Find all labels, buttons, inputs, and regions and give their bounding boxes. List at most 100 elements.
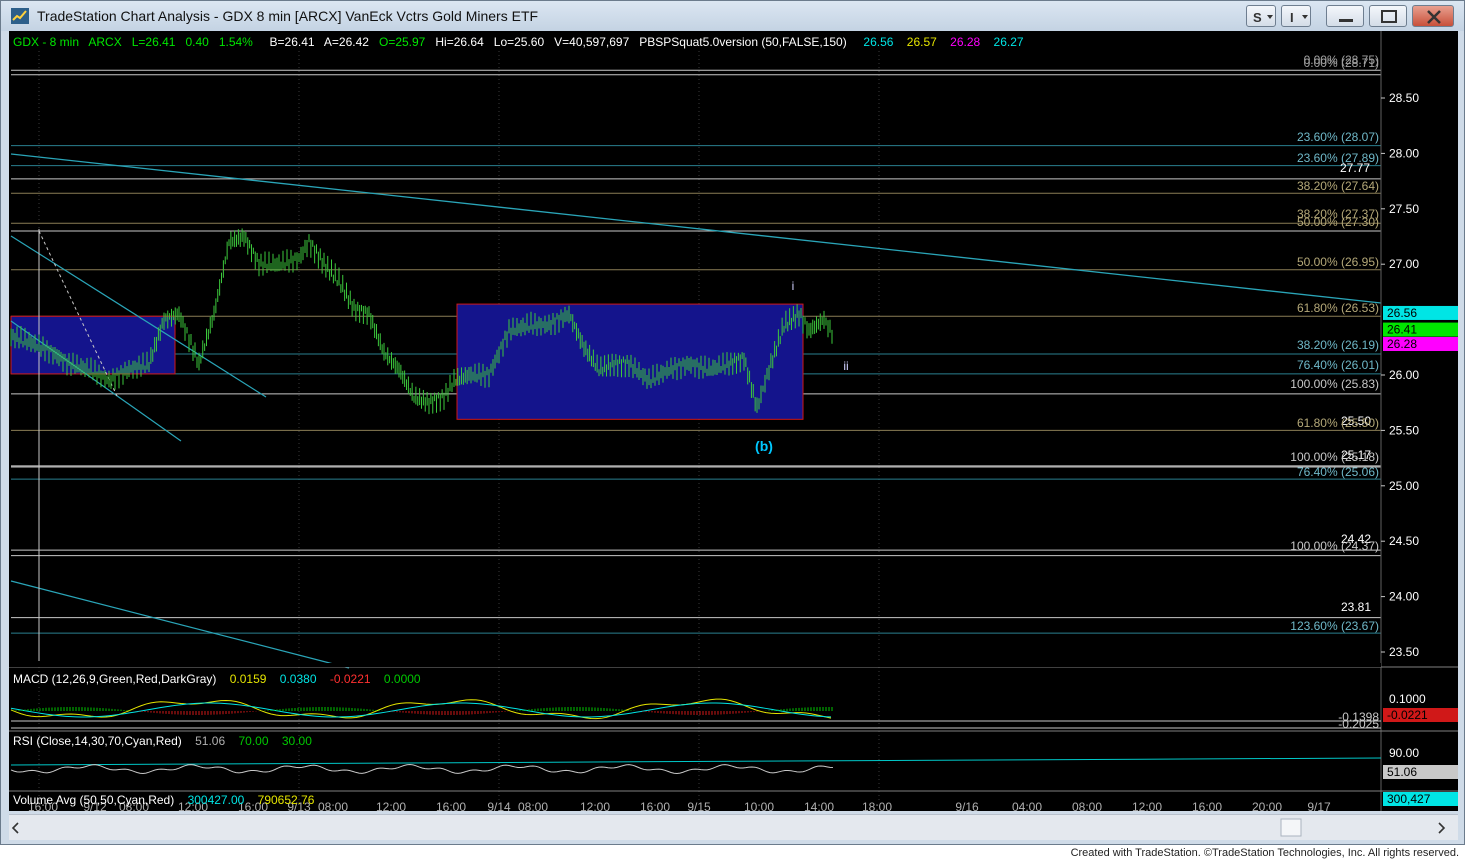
volume-value-1: 300427.00 xyxy=(187,793,245,807)
scrollbar-track[interactable] xyxy=(9,815,1458,841)
trendline-lower xyxy=(10,580,350,669)
price-marker-label-2: 26.28 xyxy=(1387,337,1417,351)
rsi-legend: RSI (Close,14,30,70,Cyan,Red) 51.06 70.0… xyxy=(13,734,312,748)
legend-symbol: GDX - 8 min xyxy=(13,35,80,49)
maximize-icon xyxy=(1381,10,1397,23)
footer-copyright: Created with TradeStation. ©TradeStation… xyxy=(1070,847,1459,859)
fib-label-14: 61.80% (25.50) xyxy=(1297,416,1379,430)
time-axis-label-18: 04:00 xyxy=(1012,800,1042,811)
fib-label-19: 100.00% (24.37) xyxy=(1290,539,1379,553)
time-axis-label-15: 14:00 xyxy=(804,800,834,811)
svg-text:I: I xyxy=(1290,10,1294,25)
fib-label-5: 38.20% (27.64) xyxy=(1297,179,1379,193)
tradestation-app-icon xyxy=(11,8,29,24)
chart-area[interactable]: i ii (b) 0.00% (28.75) 0.00% (28.71) 23.60% (… xyxy=(9,31,1458,811)
legend-last: L=26.41 xyxy=(131,35,176,49)
symbol-link-icon: S xyxy=(1253,10,1273,25)
fib-label-10: 38.20% (26.19) xyxy=(1297,338,1379,352)
legend-volume: V=40,597,697 xyxy=(554,35,630,49)
fib-label-16: 100.00% (25.18) xyxy=(1290,450,1379,464)
price-tick-label-5: 25.50 xyxy=(1389,423,1419,437)
volume-legend: Volume Avg (50,50,Cyan,Red) 300427.00 79… xyxy=(13,793,314,807)
legend-pct: 1.54% xyxy=(218,35,253,49)
wave-label-b: (b) xyxy=(755,438,773,454)
chart-window: TradeStation Chart Analysis - GDX 8 min … xyxy=(0,0,1465,845)
price-tick-label-1: 28.00 xyxy=(1389,146,1419,160)
legend-change: 0.40 xyxy=(185,35,209,49)
time-axis-label-20: 12:00 xyxy=(1132,800,1162,811)
rsi-axis-label-0: 90.00 xyxy=(1389,746,1419,760)
fib-label-2: 23.60% (28.07) xyxy=(1297,130,1379,144)
scroll-left-icon[interactable] xyxy=(11,822,19,834)
time-axis-label-13: 9/15 xyxy=(687,800,711,811)
macd-axis-label-0: 0.1000 xyxy=(1389,692,1426,706)
fib-label-4: 27.77 xyxy=(1340,161,1370,175)
legend-study-value-4: 26.27 xyxy=(993,35,1024,49)
price-tick-label-7: 24.50 xyxy=(1389,534,1419,548)
time-axis-label-7: 12:00 xyxy=(376,800,406,811)
interval-link-button[interactable]: I xyxy=(1281,5,1311,27)
fib-label-11: 76.40% (26.01) xyxy=(1297,358,1379,372)
price-panel-bottom-mask xyxy=(9,663,1381,667)
time-axis-label-17: 9/16 xyxy=(955,800,979,811)
legend-study: PBSPSquat5.0version (50,FALSE,150) xyxy=(639,35,847,49)
price-chart-canvas[interactable]: iii(b)0.00% (28.75)0.00% (28.71)23.60% (… xyxy=(9,31,1458,811)
price-tick-label-8: 24.00 xyxy=(1389,590,1419,604)
minimize-button[interactable] xyxy=(1326,5,1364,27)
time-axis-label-14: 10:00 xyxy=(744,800,774,811)
time-axis-label-6: 08:00 xyxy=(318,800,348,811)
price-tick-label-0: 28.50 xyxy=(1389,91,1419,105)
legend-bid: B=26.41 xyxy=(269,35,315,49)
legend-exchange: ARCX xyxy=(88,35,122,49)
legend-low: Lo=25.60 xyxy=(493,35,545,49)
scroll-right-icon[interactable] xyxy=(1438,822,1446,834)
time-axis-label-9: 9/14 xyxy=(487,800,511,811)
time-axis-label-21: 16:00 xyxy=(1192,800,1222,811)
macd-value-2: 0.0380 xyxy=(279,672,317,686)
fib-label-1: 0.00% (28.71) xyxy=(1304,56,1379,70)
trendline-upper xyxy=(10,153,1382,304)
time-axis-label-8: 16:00 xyxy=(436,800,466,811)
macd-value-4: 0.0000 xyxy=(383,672,421,686)
rsi-value-1: 51.06 xyxy=(195,734,226,748)
fib-label-21: 123.60% (23.67) xyxy=(1290,619,1379,633)
fib-label-9: 61.80% (26.53) xyxy=(1297,301,1379,315)
rsi-value-3: 30.00 xyxy=(281,734,312,748)
macd-value-1: 0.0159 xyxy=(229,672,267,686)
price-marker-label-0: 26.56 xyxy=(1387,306,1417,320)
symbol-link-button[interactable]: S xyxy=(1246,5,1276,27)
rsi-value-2: 70.00 xyxy=(238,734,269,748)
time-axis-label-12: 16:00 xyxy=(640,800,670,811)
legend-ask: A=26.42 xyxy=(323,35,369,49)
macd-legend: MACD (12,26,9,Green,Red,DarkGray) 0.0159… xyxy=(13,672,421,686)
volume-value-2: 790652.76 xyxy=(257,793,315,807)
maximize-button[interactable] xyxy=(1369,5,1407,27)
title-bar[interactable]: TradeStation Chart Analysis - GDX 8 min … xyxy=(1,1,1464,31)
wave-label-ii: ii xyxy=(843,359,848,373)
scroll-thumb[interactable] xyxy=(1280,818,1302,837)
time-axis-label-16: 18:00 xyxy=(862,800,892,811)
price-tick-label-6: 25.00 xyxy=(1389,479,1419,493)
close-button[interactable] xyxy=(1412,5,1454,27)
legend-high: Hi=26.64 xyxy=(435,35,484,49)
legend-open: O=25.97 xyxy=(378,35,426,49)
rsi-title: RSI (Close,14,30,70,Cyan,Red) xyxy=(13,734,182,748)
close-icon xyxy=(1427,10,1441,24)
price-marker-label-1: 26.41 xyxy=(1387,323,1417,337)
time-axis-label-11: 12:00 xyxy=(580,800,610,811)
fib-label-12: 100.00% (25.83) xyxy=(1290,377,1379,391)
svg-text:S: S xyxy=(1253,10,1262,25)
horizontal-scrollbar[interactable] xyxy=(9,814,1458,840)
price-tick-label-3: 27.00 xyxy=(1389,257,1419,271)
macd-line xyxy=(10,698,832,720)
price-tick-label-9: 23.50 xyxy=(1389,645,1419,659)
fib-label-20: 23.81 xyxy=(1341,600,1371,614)
volume-marker-label: 300,427 xyxy=(1387,792,1431,806)
macd-title: MACD (12,26,9,Green,Red,DarkGray) xyxy=(13,672,217,686)
minimize-icon xyxy=(1339,19,1353,22)
rsi-line xyxy=(10,764,834,774)
fib-label-17: 76.40% (25.06) xyxy=(1297,465,1379,479)
time-axis-label-19: 08:00 xyxy=(1072,800,1102,811)
time-axis-label-22: 20:00 xyxy=(1252,800,1282,811)
window-title: TradeStation Chart Analysis - GDX 8 min … xyxy=(37,8,539,24)
